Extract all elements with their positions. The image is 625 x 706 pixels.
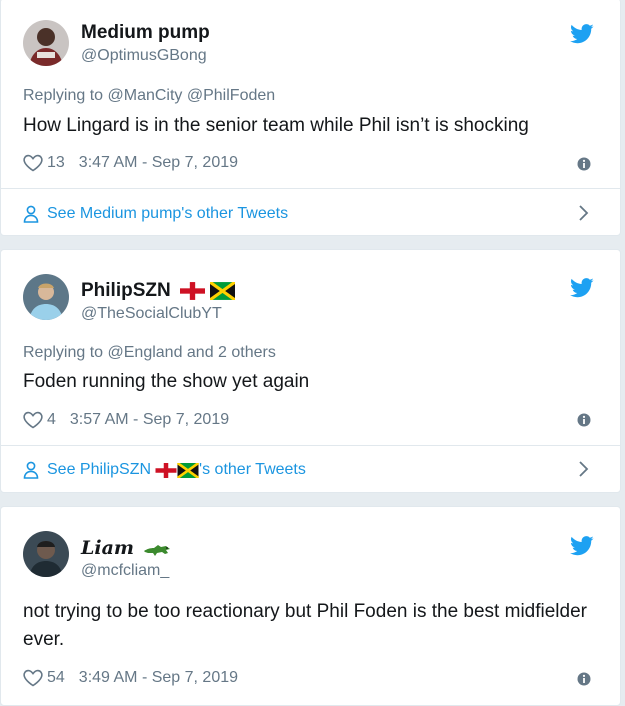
tweet-meta: 4 3:57 AM - Sep 7, 2019 — [23, 411, 229, 429]
see-other-tweets-label: See Medium pump's other Tweets — [47, 205, 289, 222]
twitter-bird-icon[interactable] — [570, 24, 594, 44]
timestamp[interactable]: 3:57 AM - Sep 7, 2019 — [70, 411, 229, 429]
info-icon[interactable] — [577, 157, 591, 171]
tweet-meta: 13 3:47 AM - Sep 7, 2019 — [23, 154, 238, 172]
display-name-text: Liam — [81, 537, 134, 559]
tweet-card: Medium pump @OptimusGBong Replying to @M… — [0, 0, 621, 236]
see-other-tweets-link[interactable]: See Medium pump's other Tweets — [23, 205, 288, 223]
tweet-card: PhilipSZN @TheSocialClubYT Replying to @… — [0, 249, 621, 493]
avatar[interactable] — [23, 531, 69, 577]
crocodile-emoji-icon — [143, 545, 170, 556]
england-flag-icon — [155, 463, 177, 478]
chevron-right-icon[interactable] — [578, 460, 590, 478]
see-other-tweets-prefix: See PhilipSZN — [47, 461, 152, 478]
divider — [1, 445, 620, 446]
replying-prefix: Replying to — [23, 87, 104, 104]
timestamp[interactable]: 3:49 AM - Sep 7, 2019 — [79, 669, 238, 687]
display-name[interactable]: Liam — [81, 537, 171, 559]
see-other-tweets-link[interactable]: See PhilipSZN 's other Tweets — [23, 461, 306, 479]
england-flag-icon — [180, 282, 205, 300]
display-name-text: PhilipSZN — [81, 280, 171, 301]
avatar[interactable] — [23, 20, 69, 66]
like-count[interactable]: 54 — [47, 669, 65, 687]
replying-prefix: Replying to — [23, 344, 104, 361]
reply-mentions[interactable]: @England and 2 others — [108, 344, 276, 361]
tweet-text: not trying to be too reactionary but Phi… — [23, 601, 587, 650]
jamaica-flag-icon — [177, 463, 199, 478]
info-icon[interactable] — [577, 672, 591, 686]
replying-to: Replying to @ManCity @PhilFoden — [23, 87, 275, 105]
twitter-bird-icon[interactable] — [570, 536, 594, 556]
user-handle[interactable]: @OptimusGBong — [81, 47, 207, 65]
heart-icon[interactable] — [23, 411, 43, 429]
tweet-text: Foden running the show yet again — [23, 371, 310, 392]
heart-icon[interactable] — [23, 669, 43, 687]
tweet-meta: 54 3:49 AM - Sep 7, 2019 — [23, 669, 238, 687]
timestamp[interactable]: 3:47 AM - Sep 7, 2019 — [79, 154, 238, 172]
divider — [1, 188, 620, 189]
reply-mentions[interactable]: @ManCity @PhilFoden — [108, 87, 276, 104]
user-handle[interactable]: @TheSocialClubYT — [81, 305, 222, 323]
like-count[interactable]: 4 — [47, 411, 56, 429]
person-icon — [23, 205, 39, 223]
jamaica-flag-icon — [210, 282, 235, 300]
replying-to: Replying to @England and 2 others — [23, 344, 276, 362]
display-name[interactable]: Medium pump — [81, 22, 210, 44]
tweet-text: How Lingard is in the senior team while … — [23, 115, 529, 136]
person-icon — [23, 461, 39, 479]
info-icon[interactable] — [577, 413, 591, 427]
display-name[interactable]: PhilipSZN — [81, 280, 235, 302]
heart-icon[interactable] — [23, 154, 43, 172]
chevron-right-icon[interactable] — [578, 204, 590, 222]
tweet-card: Liam @mcfcliam_ not trying to be too rea… — [0, 506, 621, 706]
like-count[interactable]: 13 — [47, 154, 65, 172]
avatar[interactable] — [23, 274, 69, 320]
see-other-tweets-suffix: 's other Tweets — [199, 461, 306, 478]
twitter-bird-icon[interactable] — [570, 278, 594, 298]
user-handle[interactable]: @mcfcliam_ — [81, 562, 169, 580]
